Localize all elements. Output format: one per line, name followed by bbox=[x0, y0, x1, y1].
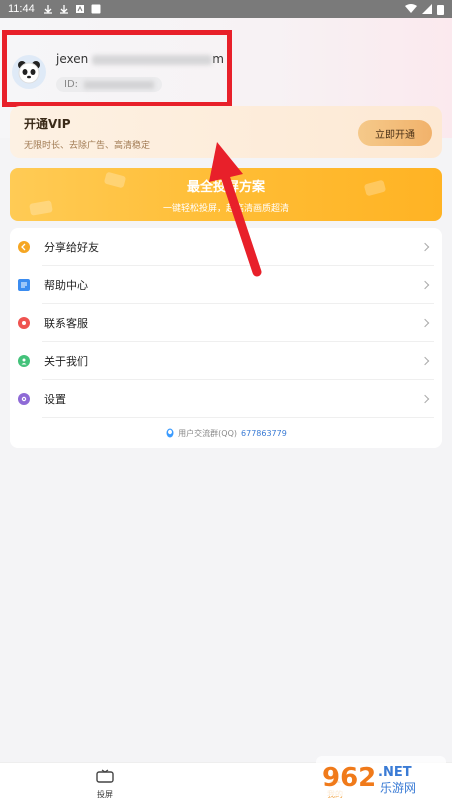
menu-item-settings[interactable]: 设置 bbox=[10, 380, 442, 418]
download-icon bbox=[43, 5, 52, 14]
status-bar: 11:44 bbox=[0, 0, 452, 18]
battery-icon bbox=[437, 4, 444, 15]
app-notification-icon bbox=[91, 4, 101, 14]
menu-item-about-us[interactable]: 关于我们 bbox=[10, 342, 442, 380]
customer-service-icon bbox=[18, 317, 30, 329]
svg-text:962: 962 bbox=[322, 763, 376, 793]
wifi-icon bbox=[405, 4, 417, 13]
chevron-right-icon bbox=[420, 242, 430, 252]
qq-icon bbox=[166, 428, 174, 438]
signal-icon bbox=[422, 4, 432, 14]
tv-cast-icon bbox=[96, 769, 114, 783]
chevron-right-icon bbox=[420, 356, 430, 366]
tab-label: 投屏 bbox=[97, 790, 113, 799]
annotation-arrow-icon bbox=[209, 142, 262, 277]
chevron-right-icon bbox=[420, 394, 430, 404]
annotation-highlight-box bbox=[2, 30, 232, 107]
menu-item-label: 关于我们 bbox=[44, 355, 88, 368]
gear-icon bbox=[18, 393, 30, 405]
qq-group-row[interactable]: 用户交流群(QQ) 677863779 bbox=[10, 418, 442, 448]
chevron-right-icon bbox=[420, 318, 430, 328]
help-book-icon bbox=[18, 279, 30, 291]
chevron-right-icon bbox=[420, 280, 430, 290]
menu-item-contact-service[interactable]: 联系客服 bbox=[10, 304, 442, 342]
menu-item-label: 联系客服 bbox=[44, 317, 88, 330]
menu-item-label: 设置 bbox=[44, 393, 66, 406]
app-notification-icon bbox=[75, 5, 84, 13]
svg-text:乐游网: 乐游网 bbox=[380, 781, 416, 795]
share-icon bbox=[18, 241, 30, 253]
tab-screen-cast[interactable]: 投屏 bbox=[96, 769, 114, 800]
site-watermark-logo: 962 .NET 乐游网 bbox=[316, 756, 446, 796]
qq-group-number[interactable]: 677863779 bbox=[241, 429, 287, 438]
open-vip-button[interactable]: 立即开通 bbox=[358, 120, 432, 146]
about-us-icon bbox=[18, 355, 30, 367]
status-time: 11:44 bbox=[8, 3, 35, 15]
download-icon bbox=[59, 5, 68, 14]
qq-group-label: 用户交流群(QQ) bbox=[178, 428, 238, 438]
svg-text:.NET: .NET bbox=[378, 765, 412, 780]
